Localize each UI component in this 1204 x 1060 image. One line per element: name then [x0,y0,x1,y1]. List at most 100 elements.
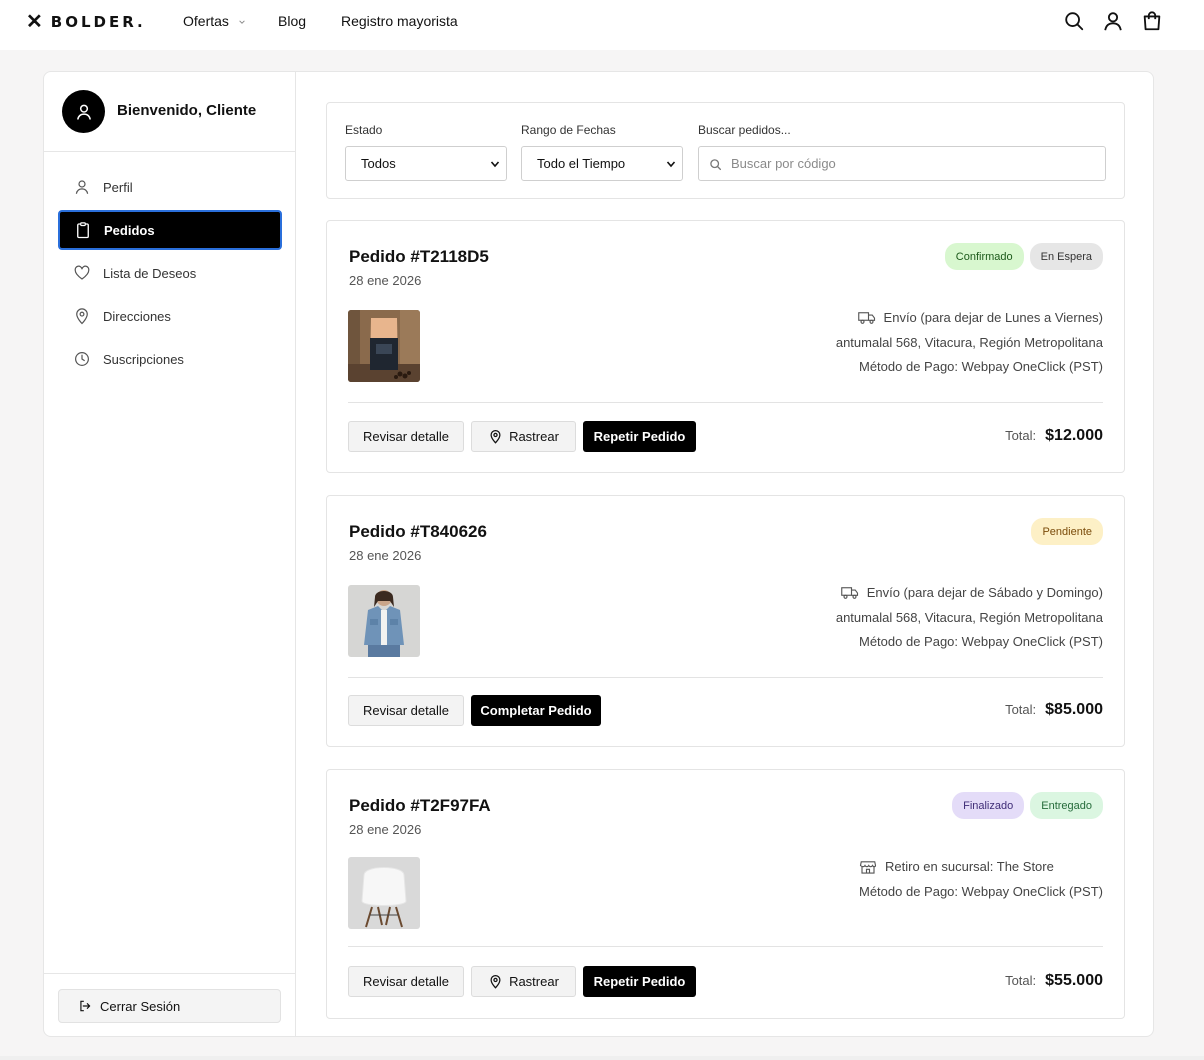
order-card: Pedido #T2F97FA 28 ene 2026 Finalizado E… [326,769,1125,1019]
shipping-info: Envío (para dejar de Lunes a Viernes) an… [836,306,1103,380]
top-navigation-bar: ✕ BOLDER. Ofertas Blog Registro mayorist… [0,0,1204,50]
sidebar-item-pedidos[interactable]: Pedidos [58,210,282,250]
payment-method: Método de Pago: Webpay OneClick (PST) [859,359,1103,374]
sidebar-item-lista-deseos[interactable]: Lista de Deseos [58,253,282,293]
logout-button[interactable]: Cerrar Sesión [58,989,281,1023]
product-image-denim-jacket[interactable] [348,585,420,657]
shipping-method: Envío (para dejar de Sábado y Domingo) [836,581,1103,606]
search-icon[interactable] [1063,10,1085,32]
order-status-badges: Pendiente [1031,518,1103,545]
completar-pedido-button[interactable]: Completar Pedido [471,695,601,726]
total-label: Total: [1005,428,1037,443]
nav-registro-mayorista[interactable]: Registro mayorista [341,13,458,29]
shipping-method: Envío (para dejar de Lunes a Viernes) [836,306,1103,331]
product-image-coffee-bag[interactable] [348,310,420,382]
divider [348,946,1103,947]
rastrear-button[interactable]: Rastrear [471,421,576,452]
sidebar-item-label: Pedidos [104,222,155,238]
logout-section: Cerrar Sesión [44,973,296,1036]
buscar-pedidos-label: Buscar pedidos... [698,123,791,137]
sidebar-item-suscripciones[interactable]: Suscripciones [58,339,282,379]
total-value: $85.000 [1045,701,1103,718]
order-total: Total: $12.000 [1005,427,1103,445]
brand-mark-icon: ✕ [26,11,43,33]
truck-icon [857,312,875,325]
map-pin-icon [76,308,88,325]
product-image-white-chair[interactable] [348,857,420,929]
user-avatar-icon [76,104,91,120]
sidebar-item-label: Direcciones [103,308,171,324]
order-card: Pedido #T840626 28 ene 2026 Pendiente En… [326,495,1125,747]
status-badge: En Espera [1029,243,1103,270]
order-date: 28 ene 2026 [349,822,422,837]
chevron-down-icon [490,161,500,168]
estado-select[interactable]: Todos [345,146,507,181]
nav-blog[interactable]: Blog [278,13,306,29]
pickup-method: Retiro en sucursal: The Store [859,855,1103,880]
coffee-bag-image [348,310,420,382]
nav-ofertas[interactable]: Ofertas [183,13,246,29]
repetir-pedido-button[interactable]: Repetir Pedido [583,421,696,452]
sidebar-item-label: Perfil [103,179,133,195]
order-total: Total: $55.000 [1005,972,1103,990]
logout-label: Cerrar Sesión [100,998,181,1014]
search-icon [710,159,722,171]
pickup-method-text: Retiro en sucursal: The Store [885,859,1054,874]
white-chair-image [348,857,420,929]
order-title: Pedido #T2F97FA [349,796,491,815]
divider [348,677,1103,678]
sidebar-item-direcciones[interactable]: Direcciones [58,296,282,336]
user-icon [75,180,89,194]
sidebar-item-label: Lista de Deseos [103,265,197,281]
search-placeholder: Buscar por código [731,156,836,171]
status-badge: Finalizado [952,792,1025,819]
shipping-method-text: Envío (para dejar de Sábado y Domingo) [866,585,1103,600]
order-date: 28 ene 2026 [349,548,422,563]
account-sidebar: Bienvenido, Cliente Perfil Pedidos Lista… [44,72,296,1036]
total-value: $55.000 [1045,972,1103,989]
cart-icon[interactable] [1141,10,1163,32]
total-value: $12.000 [1045,427,1103,444]
welcome-header: Bienvenido, Cliente [44,72,296,152]
order-date: 28 ene 2026 [349,273,422,288]
sidebar-item-perfil[interactable]: Perfil [58,167,282,207]
heart-icon [74,265,90,280]
sidebar-item-label: Suscripciones [103,351,184,367]
shipping-address: antumalal 568, Vitacura, Región Metropol… [835,609,1103,625]
clipboard-icon [77,222,89,239]
repetir-pedido-button[interactable]: Repetir Pedido [583,966,696,997]
rango-fechas-select[interactable]: Todo el Tiempo [521,146,683,181]
search-input[interactable]: Buscar por código [698,146,1106,181]
payment-method: Método de Pago: Webpay OneClick (PST) [859,883,1103,899]
rango-fechas-select-value: Todo el Tiempo [537,156,626,171]
estado-label: Estado [345,123,383,137]
shipping-method-text: Envío (para dejar de Lunes a Viernes) [883,310,1103,325]
store-icon [859,861,877,874]
payment-method: Método de Pago: Webpay OneClick (PST) [859,634,1103,649]
clock-icon [75,352,89,366]
divider [348,402,1103,403]
pickup-info: Retiro en sucursal: The Store Método de … [859,855,1103,904]
avatar [62,90,105,133]
total-label: Total: [1005,702,1037,717]
rastrear-label: Rastrear [509,974,559,989]
order-total: Total: $85.000 [1005,701,1103,719]
welcome-message: Bienvenido, Cliente [117,102,257,119]
revisar-detalle-button[interactable]: Revisar detalle [348,421,464,452]
map-pin-icon [490,429,501,444]
shipping-address: antumalal 568, Vitacura, Región Metropol… [835,334,1103,350]
brand-logo[interactable]: ✕ BOLDER. [26,11,146,33]
user-icon[interactable] [1102,10,1124,32]
status-badge: Confirmado [944,243,1024,270]
rastrear-button[interactable]: Rastrear [471,966,576,997]
rastrear-label: Rastrear [509,429,559,444]
order-title: Pedido #T840626 [349,522,487,541]
map-pin-icon [490,974,501,989]
order-title: Pedido #T2118D5 [349,247,489,266]
revisar-detalle-button[interactable]: Revisar detalle [348,695,464,726]
order-card: Pedido #T2118D5 28 ene 2026 Confirmado E… [326,220,1125,473]
truck-icon [840,587,858,600]
nav-ofertas-label: Ofertas [183,13,229,29]
revisar-detalle-button[interactable]: Revisar detalle [348,966,464,997]
status-badge: Entregado [1030,792,1103,819]
